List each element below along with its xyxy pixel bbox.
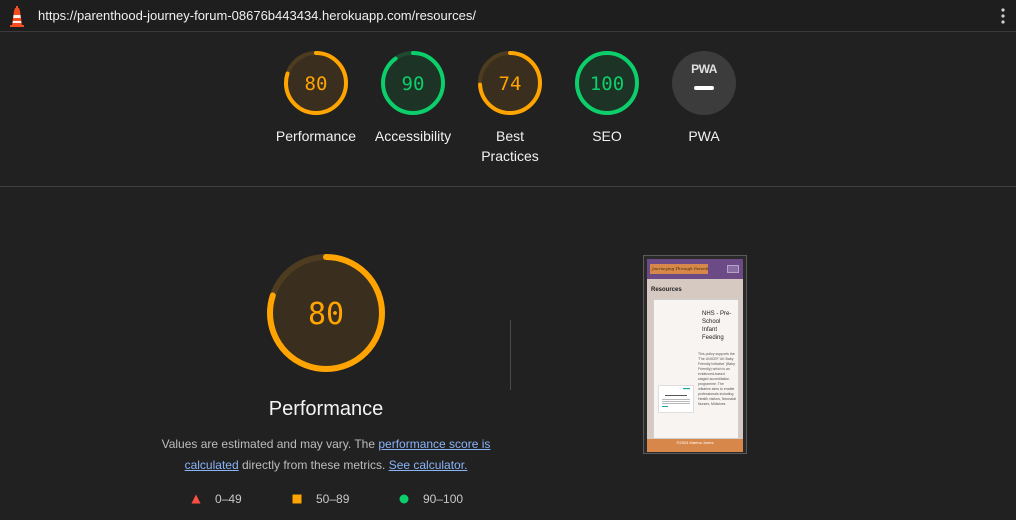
gauge-best-practices-label-line2: Practices xyxy=(481,148,539,164)
gauge-best-practices-label: Best Practices xyxy=(460,126,560,166)
circle-icon xyxy=(399,494,409,504)
legend-pass-range: 90–100 xyxy=(423,492,464,506)
document-lines xyxy=(662,388,690,407)
gauge-best-practices[interactable]: 74 Best Practices xyxy=(460,50,560,166)
legend-fail-range: 0–49 xyxy=(215,492,242,506)
gauge-seo-ring: 100 xyxy=(575,51,639,115)
screenshot-resource-card: NHS - Pre-School Infant Feeding This pol… xyxy=(653,299,739,439)
gauge-seo-label: SEO xyxy=(592,128,622,144)
page-url[interactable]: https://parenthood-journey-forum-08676b4… xyxy=(38,8,476,23)
vertical-separator xyxy=(510,320,511,390)
gauge-performance-label: Performance xyxy=(275,128,357,144)
performance-title: Performance xyxy=(268,398,384,420)
section-divider xyxy=(0,186,1016,187)
pwa-badge-text: PWA xyxy=(691,62,718,76)
screenshot-footer-text: ©2024 Marina Jones xyxy=(676,440,714,445)
gauge-best-practices-score: 74 xyxy=(499,73,522,95)
see-calculator-link[interactable]: See calculator. xyxy=(389,458,468,472)
gauge-performance-ring: 80 xyxy=(284,51,348,115)
gauge-accessibility-label: Accessibility xyxy=(374,128,452,144)
url-bar: https://parenthood-journey-forum-08676b4… xyxy=(0,0,1016,32)
category-gauges: 80 Performance 90 Accessibility 74 Best … xyxy=(0,50,1016,180)
lighthouse-logo-icon xyxy=(10,6,24,27)
screenshot-footer: ©2024 Marina Jones xyxy=(647,439,743,452)
screenshot-brand: Journeying Through Parenthood xyxy=(650,264,708,274)
gauge-best-practices-label-line1: Best xyxy=(495,128,524,144)
gauge-best-practices-ring: 74 xyxy=(478,51,542,115)
gauge-accessibility-score: 90 xyxy=(402,73,425,95)
legend-fail: 0–49 xyxy=(191,492,242,506)
square-icon xyxy=(292,494,302,504)
legend-average-range: 50–89 xyxy=(316,492,350,506)
hamburger-menu-icon xyxy=(727,265,739,273)
screenshot-page: Journeying Through Parenthood Resources … xyxy=(647,259,743,452)
gauge-accessibility[interactable]: 90 Accessibility xyxy=(363,50,463,146)
desc-middle: directly from these metrics. xyxy=(238,458,389,472)
triangle-icon xyxy=(191,494,201,504)
performance-score-large: 80 xyxy=(308,297,344,332)
screenshot-header: Journeying Through Parenthood xyxy=(647,259,743,279)
gauge-accessibility-ring: 90 xyxy=(381,51,445,115)
screenshot-heading: Resources xyxy=(651,287,682,293)
gauge-seo-score: 100 xyxy=(590,73,624,95)
desc-prefix: Values are estimated and may vary. The xyxy=(161,437,379,451)
screenshot-card-title: NHS - Pre-School Infant Feeding xyxy=(702,311,732,341)
screenshot-card-text: This policy supports the 'The UNICEF UK … xyxy=(698,352,736,406)
legend-average: 50–89 xyxy=(292,492,349,506)
performance-gauge-large: 80 xyxy=(267,254,385,372)
legend-pass: 90–100 xyxy=(399,492,463,506)
document-thumbnail-icon xyxy=(658,385,694,413)
performance-description: Values are estimated and may vary. The p… xyxy=(156,434,496,476)
gauge-performance[interactable]: 80 Performance xyxy=(266,50,366,146)
gauge-performance-score: 80 xyxy=(305,73,328,95)
gauge-pwa[interactable]: PWA PWA xyxy=(654,50,754,146)
more-options-icon[interactable] xyxy=(996,7,1010,25)
gauge-seo[interactable]: 100 SEO xyxy=(557,50,657,146)
pwa-badge-icon: PWA xyxy=(672,51,736,115)
gauge-pwa-label: PWA xyxy=(688,128,720,144)
final-screenshot-thumbnail[interactable]: Journeying Through Parenthood Resources … xyxy=(643,255,747,454)
